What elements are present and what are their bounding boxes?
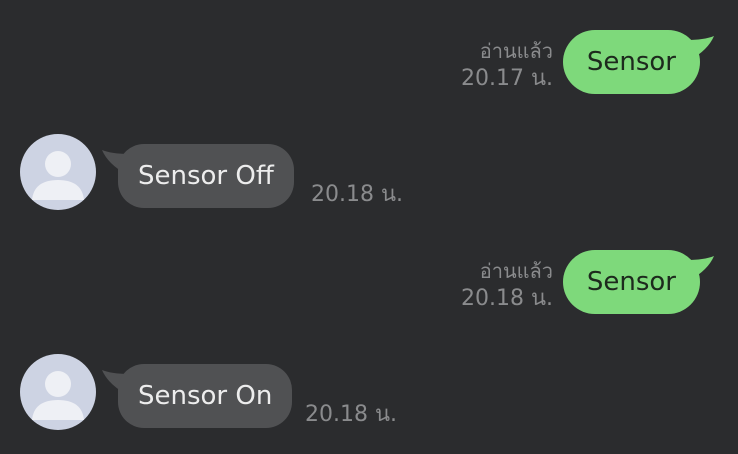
message-meta: อ่านแล้ว 20.18 น. (461, 258, 553, 314)
message-time: 20.17 น. (460, 66, 553, 91)
read-receipt: อ่านแล้ว (479, 39, 553, 63)
bubble-tail-icon (686, 36, 714, 60)
avatar[interactable] (20, 134, 96, 210)
bubble-tail-icon (686, 256, 714, 280)
message-bubble[interactable]: Sensor (562, 250, 700, 314)
message-sent: อ่านแล้ว 20.18 น. Sensor (0, 250, 738, 320)
message-meta: อ่านแล้ว 20.17 น. (461, 38, 553, 94)
message-received: Sensor On 20.18 น. (0, 354, 738, 434)
message-bubble[interactable]: Sensor Off (118, 144, 294, 208)
avatar[interactable] (20, 354, 96, 430)
message-time: 20.18 น. (311, 182, 404, 207)
read-receipt: อ่านแล้ว (479, 259, 553, 283)
message-time: 20.18 น. (305, 402, 398, 427)
message-bubble[interactable]: Sensor (562, 30, 700, 94)
default-profile-icon (32, 371, 84, 420)
message-sent: อ่านแล้ว 20.17 น. Sensor (0, 30, 738, 100)
chat-area[interactable]: อ่านแล้ว 20.17 น. Sensor Sensor Off 20.1… (0, 0, 738, 454)
message-bubble[interactable]: Sensor On (118, 364, 293, 428)
message-received: Sensor Off 20.18 น. (0, 134, 738, 214)
default-profile-icon (32, 151, 84, 200)
message-time: 20.18 น. (460, 286, 553, 311)
